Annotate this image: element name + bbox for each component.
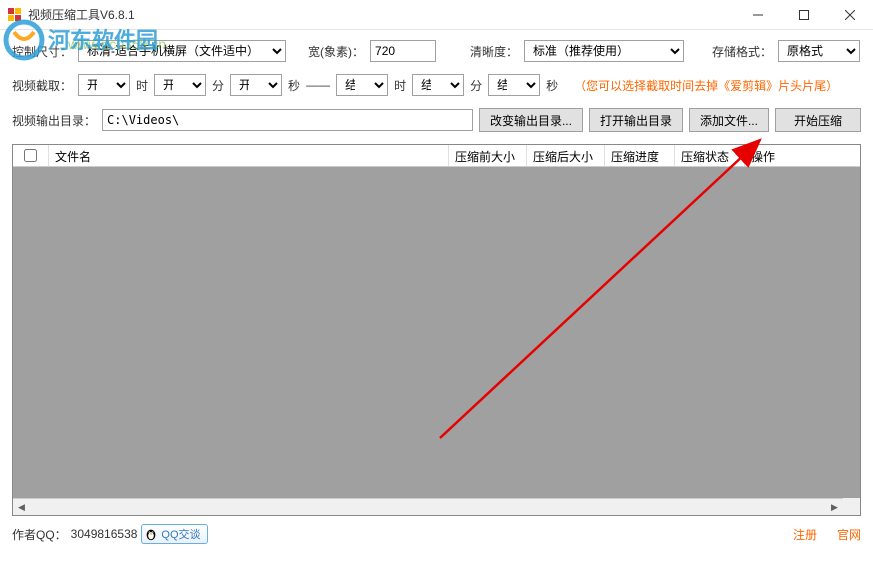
start-compress-button[interactable]: 开始压缩 (775, 108, 861, 132)
col-action[interactable]: 操作 (745, 145, 860, 166)
add-file-button[interactable]: 添加文件... (689, 108, 769, 132)
start-sec-select[interactable]: 开始 (230, 74, 282, 96)
minimize-icon (753, 10, 763, 20)
minimize-button[interactable] (735, 0, 781, 30)
footer: 作者QQ： 3049816538 QQ交谈 注册 官网 (0, 516, 873, 552)
file-table: 文件名 压缩前大小 压缩后大小 压缩进度 压缩状态 操作 ◀ ▶ (12, 144, 861, 516)
author-label: 作者QQ： (12, 526, 67, 543)
min-unit-2: 分 (470, 77, 482, 94)
close-icon (845, 10, 855, 20)
change-dir-button[interactable]: 改变输出目录... (479, 108, 583, 132)
col-progress[interactable]: 压缩进度 (605, 145, 675, 166)
qq-badge-text: QQ交谈 (161, 526, 200, 542)
hour-unit-1: 时 (136, 77, 148, 94)
format-label: 存储格式： (712, 43, 772, 60)
start-hour-select[interactable]: 开始 (78, 74, 130, 96)
crop-hint: （您可以选择截取时间去掉《爱剪辑》片头片尾） (574, 77, 838, 94)
scroll-track[interactable] (30, 499, 826, 515)
outdir-input[interactable] (102, 109, 473, 131)
maximize-button[interactable] (781, 0, 827, 30)
clarity-label: 清晰度： (470, 43, 518, 60)
app-icon (8, 8, 22, 22)
aijianji-link[interactable]: 爱剪辑 (730, 79, 766, 93)
maximize-icon (799, 10, 809, 20)
col-status[interactable]: 压缩状态 (675, 145, 745, 166)
hour-unit-2: 时 (394, 77, 406, 94)
col-filename[interactable]: 文件名 (49, 145, 449, 166)
website-link[interactable]: 官网 (837, 526, 861, 543)
horizontal-scrollbar[interactable]: ◀ ▶ (13, 498, 843, 515)
start-min-select[interactable]: 开始 (154, 74, 206, 96)
end-hour-select[interactable]: 结束 (336, 74, 388, 96)
register-link[interactable]: 注册 (793, 526, 817, 543)
col-before-size[interactable]: 压缩前大小 (449, 145, 527, 166)
settings-row-3: 视频输出目录： 改变输出目录... 打开输出目录 添加文件... 开始压缩 (12, 108, 861, 132)
watermark-url: www.pc0359.cn (68, 36, 166, 52)
author-qq: 3049816538 (71, 527, 138, 541)
format-select[interactable]: 原格式 (778, 40, 860, 62)
width-input[interactable] (370, 40, 436, 62)
table-header: 文件名 压缩前大小 压缩后大小 压缩进度 压缩状态 操作 (13, 145, 860, 167)
settings-row-2: 视频截取： 开始 时 开始 分 开始 秒 —— 结束 时 结束 分 结束 秒 （… (12, 74, 861, 96)
select-all-col[interactable] (13, 145, 49, 166)
scrollbar-corner (843, 498, 860, 515)
scroll-right-arrow[interactable]: ▶ (826, 499, 843, 516)
open-dir-button[interactable]: 打开输出目录 (589, 108, 683, 132)
qq-chat-button[interactable]: QQ交谈 (141, 524, 207, 544)
clarity-select[interactable]: 标准（推荐使用） (524, 40, 684, 62)
crop-label: 视频截取： (12, 77, 72, 94)
select-all-checkbox[interactable] (24, 149, 37, 162)
end-min-select[interactable]: 结束 (412, 74, 464, 96)
width-label: 宽(象素)： (308, 43, 364, 60)
min-unit-1: 分 (212, 77, 224, 94)
sec-unit-1: 秒 (288, 77, 300, 94)
end-sec-select[interactable]: 结束 (488, 74, 540, 96)
col-after-size[interactable]: 压缩后大小 (527, 145, 605, 166)
titlebar: 视频压缩工具V6.8.1 (0, 0, 873, 30)
qq-penguin-icon (144, 527, 158, 541)
size-label: 控制尺寸： (12, 43, 72, 60)
window-title: 视频压缩工具V6.8.1 (28, 6, 135, 23)
time-separator: —— (306, 78, 330, 92)
sec-unit-2: 秒 (546, 77, 558, 94)
table-body (13, 167, 860, 499)
outdir-label: 视频输出目录： (12, 112, 96, 129)
scroll-left-arrow[interactable]: ◀ (13, 499, 30, 516)
close-button[interactable] (827, 0, 873, 30)
